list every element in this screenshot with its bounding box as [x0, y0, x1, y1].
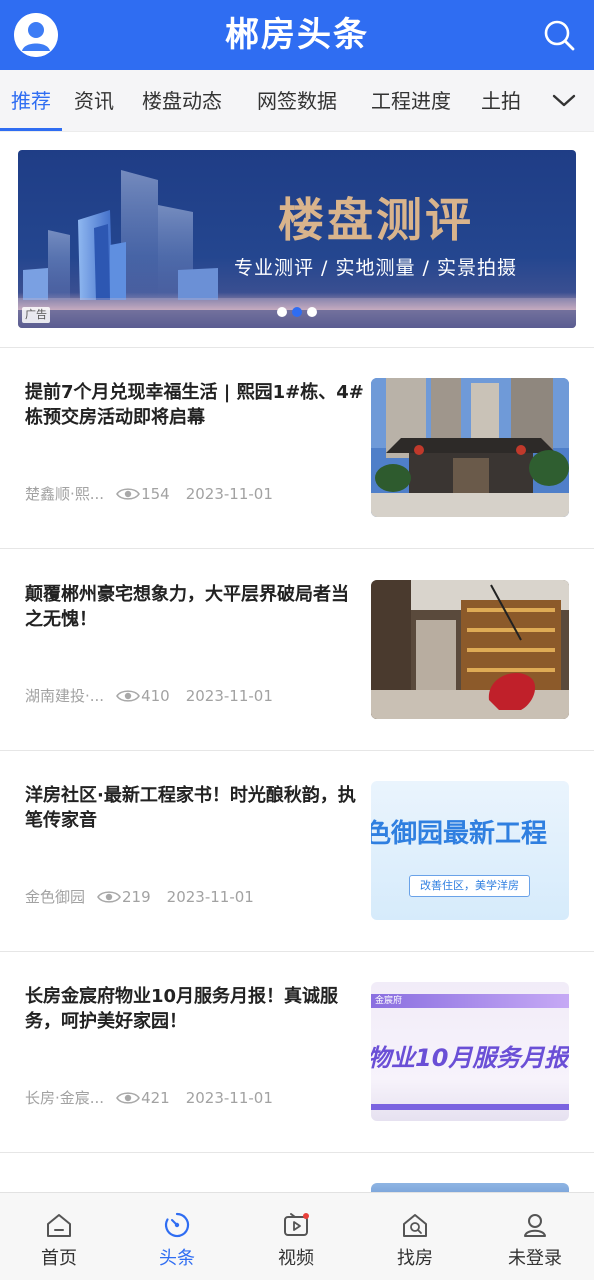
nav-label: 找房: [397, 1248, 433, 1269]
chevron-down-icon[interactable]: [550, 88, 578, 114]
top-bar: 郴房头条: [0, 0, 594, 70]
article-thumbnail: [371, 378, 569, 517]
article-item[interactable]: 长房金宸府物业10月服务月报！真诚服务，呵护美好家园！ 长房·金宸... 421 2…: [0, 952, 594, 1152]
headline-icon: [164, 1212, 190, 1238]
nav-home[interactable]: 首页: [0, 1193, 118, 1280]
nav-find-house[interactable]: 找房: [356, 1193, 474, 1280]
eye-icon: [116, 1091, 141, 1104]
find-house-icon: [403, 1214, 427, 1237]
category-tab-bar: 推荐 资讯 楼盘动态 网签数据 工程进度 土拍: [0, 70, 594, 132]
banner-subtitle: 专业测评 / 实地测量 / 实景拍摄: [234, 257, 517, 279]
article-meta: 金色御园 219 2023-11-01: [25, 886, 254, 907]
nav-headline[interactable]: 头条: [118, 1193, 236, 1280]
article-source: 长房·金宸...: [25, 1088, 105, 1107]
article-thumbnail: [371, 580, 569, 719]
article-meta: 长房·金宸... 421 2023-11-01: [25, 1087, 273, 1108]
home-icon: [47, 1214, 71, 1237]
article-item[interactable]: 洋房社区·最新工程家书！时光酿秋韵，执笔传家音 金色御园 219 2023-11-0…: [0, 751, 594, 951]
carousel-dot[interactable]: [277, 307, 287, 317]
view-count: 219: [122, 887, 151, 906]
nav-video[interactable]: 视频: [237, 1193, 355, 1280]
article-item-partial[interactable]: [0, 1153, 594, 1192]
article-title: 颠覆郴州豪宅想象力，大平层界破局者当之无愧！: [25, 584, 349, 630]
article-date: 2023-11-01: [185, 1088, 273, 1107]
nav-label: 未登录: [508, 1248, 562, 1269]
carousel-dot-active[interactable]: [292, 307, 302, 317]
eye-icon: [97, 890, 121, 903]
tab-fade: [526, 70, 550, 130]
tab-active-indicator: [0, 128, 62, 131]
video-icon: [284, 1213, 309, 1236]
article-title: 提前7个月兑现幸福生活 | 熙园1#栋、4#栋预交房活动即将启幕: [25, 382, 364, 428]
article-date: 2023-11-01: [185, 686, 273, 705]
view-count: 410: [141, 686, 170, 705]
ad-label: 广告: [22, 307, 50, 323]
search-icon[interactable]: [540, 16, 578, 54]
tab-recommend[interactable]: 推荐: [11, 88, 51, 114]
tab-property-updates[interactable]: 楼盘动态: [142, 88, 222, 114]
article-title: 长房金宸府物业10月服务月报！真诚服务，呵护美好家园！: [25, 986, 339, 1032]
thumbnail-headline: 物业10月服务月报: [371, 1044, 569, 1072]
article-thumbnail: [371, 1183, 569, 1192]
article-thumbnail: 金宸府 物业10月服务月报: [371, 982, 569, 1121]
article-title: 洋房社区·最新工程家书！时光酿秋韵，执笔传家音: [25, 785, 356, 831]
thumbnail-stripe: [371, 1104, 569, 1110]
thumbnail-tag: 金宸府: [375, 996, 403, 1006]
eye-icon: [116, 689, 141, 702]
thumbnail-headline: 色御园最新工程: [371, 819, 548, 849]
user-icon: [524, 1214, 546, 1237]
carousel-dot[interactable]: [307, 307, 317, 317]
banner-title: 楼盘测评: [278, 193, 474, 247]
nav-login[interactable]: 未登录: [476, 1193, 594, 1280]
article-source: 金色御园: [25, 887, 86, 906]
tab-construction-progress[interactable]: 工程进度: [371, 88, 451, 114]
tab-contract-data[interactable]: 网签数据: [257, 88, 337, 114]
nav-label: 首页: [41, 1248, 77, 1269]
thumbnail-tag: 改善住区，美学洋房: [409, 875, 530, 897]
article-date: 2023-11-01: [185, 484, 273, 503]
article-item[interactable]: 提前7个月兑现幸福生活 | 熙园1#栋、4#栋预交房活动即将启幕 楚鑫顺·熙..…: [0, 348, 594, 548]
article-source: 楚鑫顺·熙...: [25, 484, 105, 503]
article-meta: 湖南建投·... 410 2023-11-01: [25, 685, 273, 706]
article-item[interactable]: 颠覆郴州豪宅想象力，大平层界破局者当之无愧！ 湖南建投·... 410 2023-1…: [0, 550, 594, 750]
tab-news[interactable]: 资讯: [74, 88, 114, 114]
eye-icon: [116, 487, 141, 500]
article-thumbnail: 色御园最新工程 改善住区，美学洋房: [371, 781, 569, 920]
article-meta: 楚鑫顺·熙... 154 2023-11-01: [25, 483, 273, 504]
nav-label: 视频: [278, 1248, 314, 1269]
article-date: 2023-11-01: [166, 887, 254, 906]
tab-land-auction[interactable]: 土拍: [481, 88, 521, 114]
divider: [0, 548, 594, 549]
nav-label: 头条: [159, 1248, 195, 1269]
page-title: 郴房头条: [225, 15, 369, 55]
bottom-nav: 首页 头条 视频 找房 未登录: [0, 1192, 594, 1280]
view-count: 154: [141, 484, 170, 503]
article-source: 湖南建投·...: [25, 686, 105, 705]
view-count: 421: [141, 1088, 170, 1107]
banner-carousel[interactable]: 楼盘测评 专业测评 / 实地测量 / 实景拍摄 广告: [18, 150, 576, 328]
